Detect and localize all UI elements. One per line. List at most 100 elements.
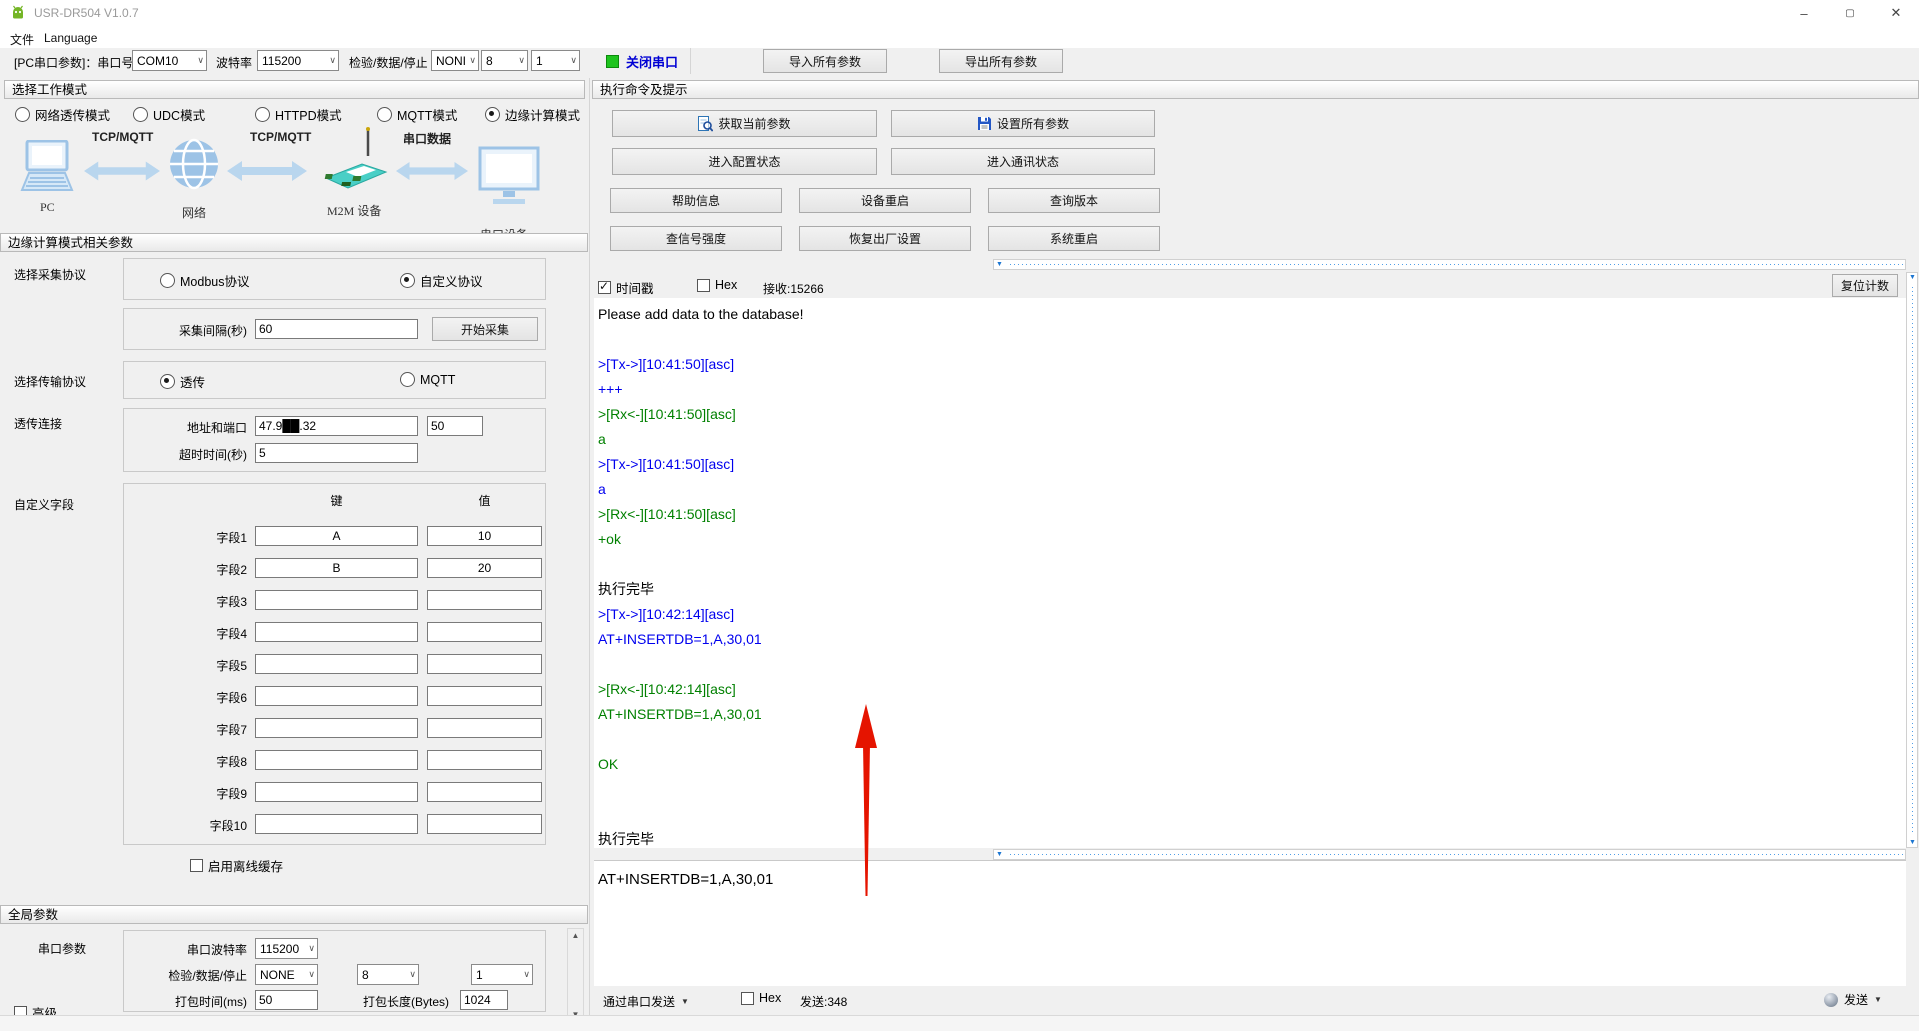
- radio-selected-icon: [485, 107, 500, 122]
- value-header: 值: [427, 492, 542, 509]
- field-key-input[interactable]: [255, 686, 418, 706]
- field-key-input[interactable]: [255, 590, 418, 610]
- panel-divider: [589, 78, 590, 1015]
- help-info-button[interactable]: 帮助信息: [610, 188, 782, 213]
- log-line: [598, 327, 804, 352]
- query-signal-label: 查信号强度: [666, 230, 726, 247]
- system-restart-button[interactable]: 系统重启: [988, 226, 1160, 251]
- import-all-params-button[interactable]: 导入所有参数: [763, 49, 887, 73]
- recv-count: 接收:15266: [763, 280, 824, 297]
- mode-radio-edge[interactable]: 边缘计算模式: [485, 105, 580, 124]
- menu-language[interactable]: Language: [38, 29, 103, 47]
- mode-radio-udc[interactable]: UDC模式: [133, 105, 205, 124]
- send-via-serial-dropdown[interactable]: 通过串口发送 ▼: [603, 993, 689, 1010]
- databits-select[interactable]: 8∨: [481, 50, 528, 71]
- send-input-text[interactable]: AT+INSERTDB=1,A,30,01: [598, 871, 773, 888]
- enter-comm-button[interactable]: 进入通讯状态: [891, 148, 1155, 175]
- field-value-input[interactable]: [427, 654, 542, 674]
- send-input-area[interactable]: AT+INSERTDB=1,A,30,01: [594, 860, 1906, 986]
- g-stopbits-select[interactable]: 1∨: [471, 964, 533, 985]
- field-key-input[interactable]: [255, 814, 418, 834]
- minimize-button[interactable]: –: [1781, 0, 1827, 26]
- start-collect-button[interactable]: 开始采集: [432, 317, 538, 341]
- field-value-input[interactable]: [427, 814, 542, 834]
- device-restart-button[interactable]: 设备重启: [799, 188, 971, 213]
- timeout-input[interactable]: [255, 443, 418, 463]
- field-key-input[interactable]: [255, 622, 418, 642]
- field-value-input[interactable]: [427, 622, 542, 642]
- custom-protocol-radio[interactable]: 自定义协议: [400, 271, 483, 290]
- parity-select[interactable]: NONI∨: [431, 50, 479, 71]
- m2m-label: M2M 设备: [327, 202, 381, 219]
- menu-file[interactable]: 文件: [4, 29, 40, 50]
- save-icon: [977, 116, 992, 131]
- set-params-button[interactable]: 设置所有参数: [891, 110, 1155, 137]
- send-hex-checkbox[interactable]: Hex: [741, 991, 781, 1005]
- log-line: a: [598, 427, 804, 452]
- g-parity-select[interactable]: NONE∨: [255, 964, 318, 985]
- field-key-input[interactable]: [255, 750, 418, 770]
- scroll-up-icon[interactable]: ▲: [568, 931, 583, 940]
- cmd-section-header: 执行命令及提示: [592, 80, 1919, 99]
- log-vertical-scrollbar[interactable]: ▼ ▼: [1906, 272, 1918, 848]
- transparent-radio[interactable]: 透传: [160, 372, 205, 391]
- maximize-button[interactable]: ▢: [1827, 0, 1873, 26]
- field-row-label: 字段8: [123, 753, 247, 770]
- chevron-down-icon: ▼: [1874, 995, 1882, 1004]
- close-icon: ✕: [1891, 5, 1902, 21]
- port-input[interactable]: [427, 416, 483, 436]
- query-version-button[interactable]: 查询版本: [988, 188, 1160, 213]
- modbus-protocol-radio[interactable]: Modbus协议: [160, 271, 249, 290]
- address-input[interactable]: [255, 416, 418, 436]
- mode-radio-transparent[interactable]: 网络透传模式: [15, 105, 110, 124]
- close-serial-button[interactable]: 关闭串口: [606, 52, 678, 71]
- interval-input[interactable]: [255, 319, 418, 339]
- packlen-input[interactable]: [460, 990, 508, 1010]
- field-value-input[interactable]: [427, 782, 542, 802]
- get-params-button[interactable]: 获取当前参数: [612, 110, 877, 137]
- log-hex-checkbox[interactable]: Hex: [697, 278, 737, 292]
- query-signal-button[interactable]: 查信号强度: [610, 226, 782, 251]
- field-value-input[interactable]: [427, 686, 542, 706]
- reset-count-button[interactable]: 复位计数: [1832, 274, 1898, 297]
- field-key-input[interactable]: [255, 782, 418, 802]
- log-line: >[Rx<-][10:42:14][asc]: [598, 677, 804, 702]
- parity-label: 检验/数据/停止: [349, 54, 428, 71]
- field-value-input[interactable]: [427, 526, 542, 546]
- field-value-input[interactable]: [427, 590, 542, 610]
- send-top-scrollbar[interactable]: ▼: [993, 849, 1906, 860]
- mode-radio-httpd[interactable]: HTTPD模式: [255, 105, 342, 124]
- factory-reset-button[interactable]: 恢复出厂设置: [799, 226, 971, 251]
- field-value-input[interactable]: [427, 718, 542, 738]
- mode-radio-mqtt[interactable]: MQTT模式: [377, 105, 457, 124]
- custom-fields-label: 自定义字段: [14, 496, 74, 513]
- g-databits-select[interactable]: 8∨: [357, 964, 419, 985]
- com-port-select[interactable]: COM10∨: [132, 50, 207, 71]
- radio-icon: [133, 107, 148, 122]
- log-line: OK: [598, 752, 804, 777]
- baud-select[interactable]: 115200∨: [257, 50, 339, 71]
- offline-cache-checkbox[interactable]: 启用离线缓存: [190, 856, 283, 875]
- field-value-input[interactable]: [427, 558, 542, 578]
- g-baud-select[interactable]: 115200∨: [255, 938, 318, 959]
- g-baud-value: 115200: [260, 942, 299, 956]
- close-button[interactable]: ✕: [1873, 0, 1919, 26]
- log-line: >[Tx->][10:42:14][asc]: [598, 602, 804, 627]
- stopbits-select[interactable]: 1∨: [531, 50, 580, 71]
- field-key-input[interactable]: [255, 526, 418, 546]
- enter-config-button[interactable]: 进入配置状态: [612, 148, 877, 175]
- field-key-input[interactable]: [255, 718, 418, 738]
- field-value-input[interactable]: [427, 750, 542, 770]
- send-button[interactable]: 发送 ▼: [1824, 991, 1882, 1008]
- mqtt-trans-radio[interactable]: MQTT: [400, 372, 455, 387]
- timestamp-checkbox[interactable]: 时间戳: [598, 278, 654, 297]
- log-top-scrollbar[interactable]: ▼: [993, 259, 1906, 270]
- option-label: 自定义协议: [420, 271, 483, 290]
- log-output-area[interactable]: Please add data to the database! >[Tx->]…: [594, 298, 1906, 848]
- left-panel-scrollbar[interactable]: ▲ ▼: [567, 928, 584, 1022]
- packtime-input[interactable]: [255, 990, 318, 1010]
- maximize-icon: ▢: [1845, 8, 1854, 19]
- export-all-params-button[interactable]: 导出所有参数: [939, 49, 1063, 73]
- field-key-input[interactable]: [255, 558, 418, 578]
- field-key-input[interactable]: [255, 654, 418, 674]
